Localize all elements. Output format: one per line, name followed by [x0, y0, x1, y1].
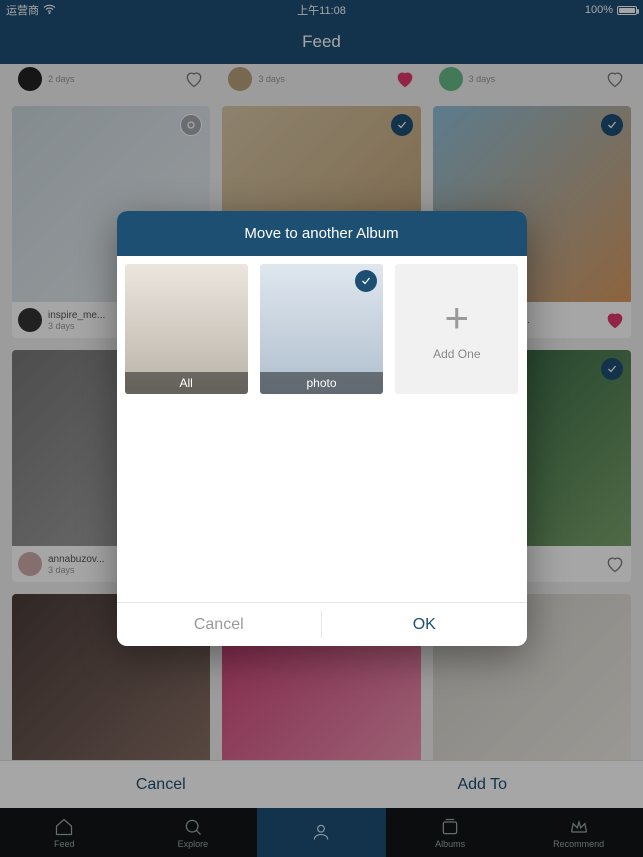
dialog-actions: Cancel OK [117, 602, 527, 646]
album-add-one[interactable]: + Add One [395, 264, 518, 394]
album-label: All [125, 372, 248, 394]
album-label: photo [260, 372, 383, 394]
album-all[interactable]: All [125, 264, 248, 394]
album-photo[interactable]: photo [260, 264, 383, 394]
dialog-ok-button[interactable]: OK [322, 603, 527, 646]
move-album-dialog: Move to another Album All photo + Add On… [117, 211, 527, 646]
plus-icon: + [445, 297, 470, 339]
dialog-title: Move to another Album [117, 211, 527, 256]
dialog-cancel-button[interactable]: Cancel [117, 603, 322, 646]
album-list: All photo + Add One [117, 256, 527, 402]
check-icon [355, 270, 377, 292]
add-one-label: Add One [433, 347, 480, 361]
modal-overlay: Move to another Album All photo + Add On… [0, 0, 643, 857]
